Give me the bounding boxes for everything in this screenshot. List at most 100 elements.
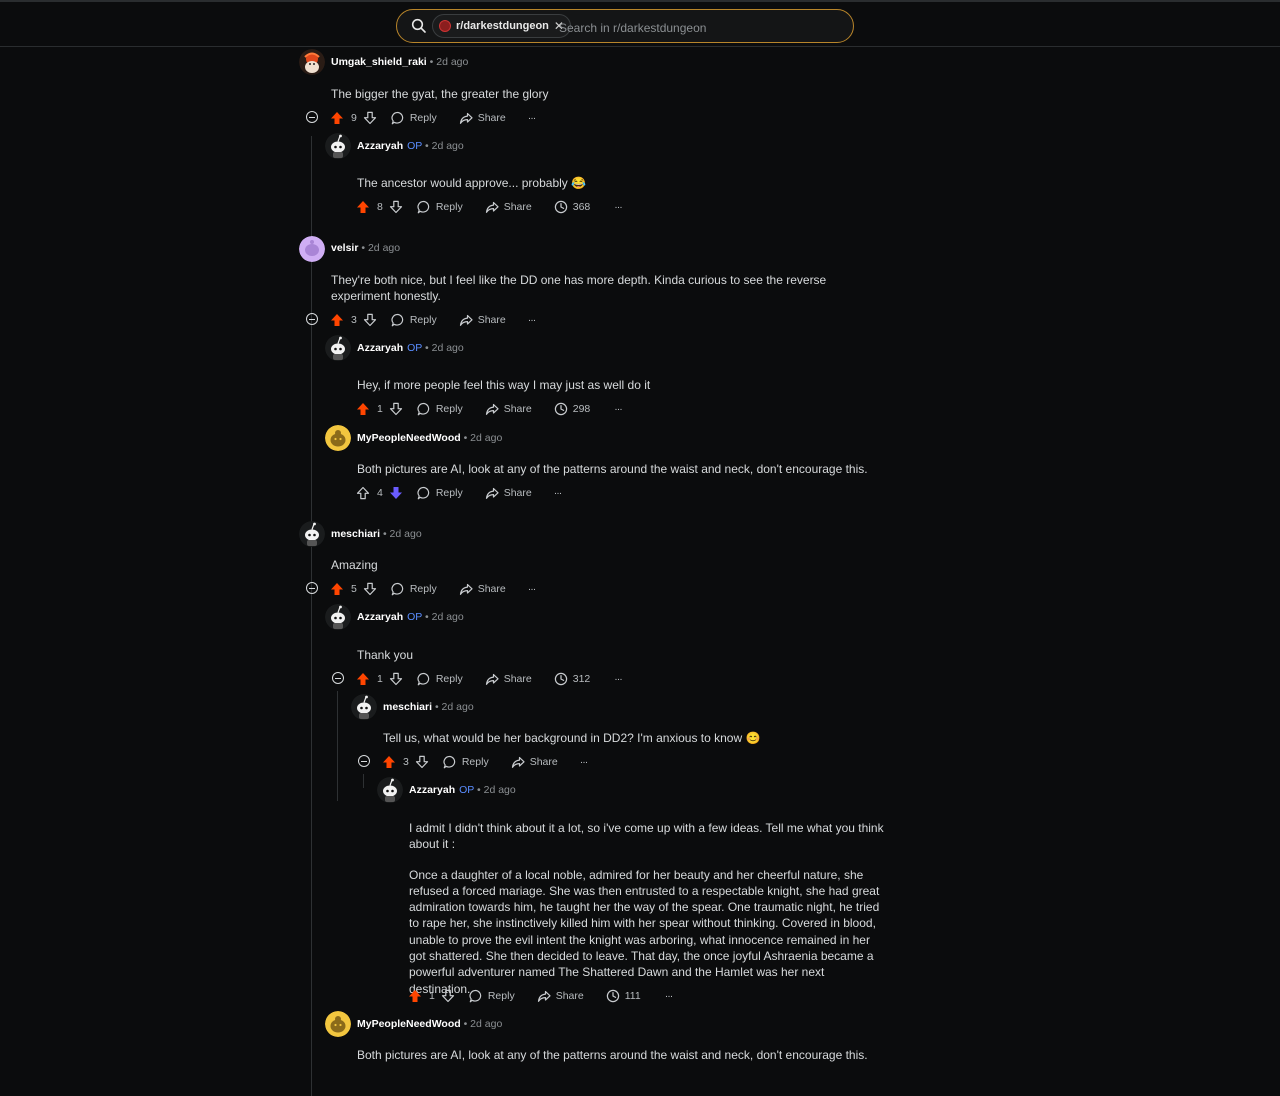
share-button[interactable]: Share <box>485 402 532 416</box>
thread-line <box>311 136 312 1096</box>
username[interactable]: Azzaryah <box>357 611 403 623</box>
username[interactable]: Azzaryah <box>357 140 403 152</box>
upvote-button[interactable] <box>356 402 370 416</box>
search-bar[interactable]: r/darkestdungeon ✕ <box>396 9 854 43</box>
insights-button[interactable]: 111 <box>606 989 641 1003</box>
upvote-icon <box>409 990 421 1002</box>
timestamp[interactable]: • 2d ago <box>464 432 503 444</box>
reply-button[interactable]: Reply <box>417 402 463 416</box>
reply-button[interactable]: Reply <box>391 582 437 596</box>
reply-button[interactable]: Reply <box>391 111 437 125</box>
downvote-button[interactable] <box>389 200 403 214</box>
share-button[interactable]: Share <box>485 200 532 214</box>
upvote-button[interactable] <box>330 111 344 125</box>
reply-button[interactable]: Reply <box>417 200 463 214</box>
username[interactable]: Azzaryah <box>357 342 403 354</box>
more-options-button[interactable]: ··· <box>580 756 588 768</box>
upvote-button[interactable] <box>356 200 370 214</box>
share-button[interactable]: Share <box>485 486 532 500</box>
username[interactable]: velsir <box>331 242 358 254</box>
share-icon <box>485 403 499 415</box>
downvote-button[interactable] <box>389 486 403 500</box>
more-options-button[interactable]: ··· <box>665 990 673 1002</box>
share-button[interactable]: Share <box>459 111 506 125</box>
more-options-button[interactable]: ··· <box>528 583 536 595</box>
timestamp[interactable]: • 2d ago <box>425 342 464 354</box>
upvote-button[interactable] <box>382 755 396 769</box>
avatar[interactable] <box>325 335 351 361</box>
avatar[interactable] <box>299 236 325 262</box>
more-options-button[interactable]: ··· <box>614 201 622 213</box>
timestamp[interactable]: • 2d ago <box>464 1018 503 1030</box>
more-options-button[interactable]: ··· <box>528 314 536 326</box>
more-options-button[interactable]: ··· <box>614 403 622 415</box>
upvote-button[interactable] <box>356 672 370 686</box>
timestamp[interactable]: • 2d ago <box>361 242 400 254</box>
collapse-thread-button[interactable] <box>306 111 318 123</box>
view-count: 298 <box>572 403 591 415</box>
username[interactable]: MyPeopleNeedWood <box>357 1018 461 1030</box>
timestamp[interactable]: • 2d ago <box>425 140 464 152</box>
avatar[interactable] <box>299 521 325 547</box>
username[interactable]: Azzaryah <box>409 784 455 796</box>
share-button[interactable]: Share <box>511 755 558 769</box>
reply-button[interactable]: Reply <box>469 989 515 1003</box>
avatar[interactable] <box>325 425 351 451</box>
search-input[interactable] <box>557 17 841 39</box>
collapse-thread-button[interactable] <box>332 672 344 684</box>
comment-paragraph: Once a daughter of a local noble, admire… <box>409 867 880 996</box>
avatar[interactable] <box>299 49 325 75</box>
collapse-thread-button[interactable] <box>306 582 318 594</box>
timestamp[interactable]: • 2d ago <box>383 528 422 540</box>
avatar[interactable] <box>351 694 377 720</box>
comment-actions: 8 Reply Share 368 ··· <box>356 199 623 215</box>
reply-icon <box>469 989 482 1003</box>
community-filter-chip[interactable]: r/darkestdungeon ✕ <box>432 14 571 38</box>
collapse-thread-button[interactable] <box>306 313 318 325</box>
reply-label: Reply <box>487 990 515 1002</box>
more-options-button[interactable]: ··· <box>528 112 536 124</box>
username[interactable]: MyPeopleNeedWood <box>357 432 461 444</box>
avatar[interactable] <box>325 604 351 630</box>
reply-button[interactable]: Reply <box>391 313 437 327</box>
collapse-thread-button[interactable] <box>358 755 370 767</box>
upvote-button[interactable] <box>330 582 344 596</box>
avatar[interactable] <box>377 777 403 803</box>
avatar[interactable] <box>325 133 351 159</box>
insights-button[interactable]: 312 <box>554 672 590 686</box>
upvote-button[interactable] <box>408 989 422 1003</box>
downvote-icon <box>363 582 376 596</box>
downvote-button[interactable] <box>363 111 377 125</box>
timestamp[interactable]: • 2d ago <box>430 56 469 68</box>
timestamp[interactable]: • 2d ago <box>435 701 474 713</box>
upvote-button[interactable] <box>330 313 344 327</box>
insights-button[interactable]: 298 <box>554 402 591 416</box>
timestamp[interactable]: • 2d ago <box>477 784 516 796</box>
share-button[interactable]: Share <box>459 582 506 596</box>
username[interactable]: meschiari <box>331 528 380 540</box>
upvote-button[interactable] <box>356 486 370 500</box>
timestamp[interactable]: • 2d ago <box>425 611 464 623</box>
more-options-button[interactable]: ··· <box>614 673 622 685</box>
share-icon <box>459 314 473 326</box>
insights-button[interactable]: 368 <box>554 200 590 214</box>
comment-paragraph: Both pictures are AI, look at any of the… <box>357 1048 868 1062</box>
downvote-button[interactable] <box>441 989 455 1003</box>
share-button[interactable]: Share <box>485 672 532 686</box>
downvote-button[interactable] <box>389 402 403 416</box>
share-button[interactable]: Share <box>459 313 506 327</box>
downvote-button[interactable] <box>415 755 429 769</box>
share-button[interactable]: Share <box>537 989 584 1003</box>
avatar[interactable] <box>325 1011 351 1037</box>
comment-paragraph: They're both nice, but I feel like the D… <box>331 273 827 304</box>
more-options-button[interactable]: ··· <box>554 487 562 499</box>
downvote-button[interactable] <box>363 313 377 327</box>
username[interactable]: Umgak_shield_raki <box>331 56 427 68</box>
reply-label: Reply <box>435 487 463 499</box>
reply-button[interactable]: Reply <box>417 672 463 686</box>
username[interactable]: meschiari <box>383 701 432 713</box>
reply-button[interactable]: Reply <box>443 755 489 769</box>
downvote-button[interactable] <box>389 672 403 686</box>
reply-button[interactable]: Reply <box>417 486 463 500</box>
downvote-button[interactable] <box>363 582 377 596</box>
